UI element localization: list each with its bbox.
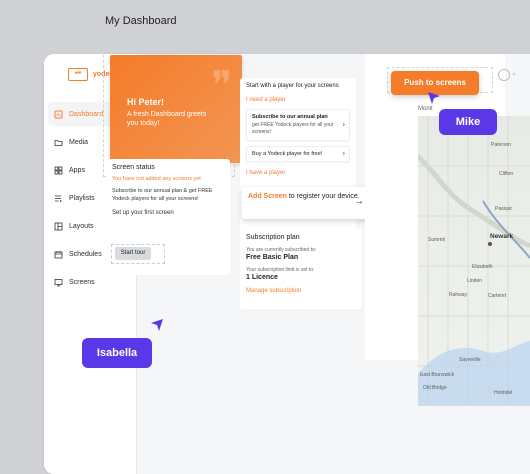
start-tour-button[interactable]: Start tour [115,247,151,260]
map-place-label: Passaic [495,206,513,212]
sidebar-item-label: Screens [69,278,95,286]
map-place-label: Sayreville [459,357,481,363]
add-screen-text: to register your device. [288,193,360,200]
cursor-icon [428,92,440,104]
manage-subscription-link[interactable]: Manage subscription [246,288,356,294]
apps-icon [54,166,63,175]
subscription-title: Subscription plan [246,234,300,241]
add-screen-tooltip[interactable]: Add Screen to register your device. → [242,187,370,219]
map-place-label: Elizabeth [472,264,493,270]
current-plan-label: You are currently subscribed to: [246,247,317,253]
collaborator-badge-mike: Mike [439,109,497,135]
current-plan: Free Basic Plan [246,254,299,261]
map-place-label: Summit [428,237,445,243]
limit-label: Your subscription limit is set to: [246,267,315,273]
map-place-label: East Brunswick [420,372,455,378]
annual-plan-option[interactable]: Subscribe to our annual plan get FREE Yo… [246,109,350,141]
need-player-label: I need a player [246,97,286,103]
page-title: My Dashboard [105,15,177,27]
add-screen-lead: Add Screen [248,193,287,200]
sidebar-item-label: Playlists [69,194,95,202]
screen-status-body: Subscribe to our annual plan & get FREE … [112,188,213,202]
folder-icon [54,138,63,147]
map-view[interactable]: Paterson Clifton Passaic Summit Newark E… [418,116,530,406]
screen-status-card: Screen status You have not added any scr… [106,159,230,275]
layout-icon [54,222,63,231]
map-place-label: Rahway [449,292,468,298]
logo-mark: ❝❞ [68,68,88,81]
setup-label: Set up your first screen [112,210,174,216]
map-label: Monit [418,106,433,112]
option-title: Buy a Yodeck player for free! [252,151,323,157]
cursor-icon [151,319,163,331]
buy-player-option[interactable]: Buy a Yodeck player for free! › [246,146,350,162]
players-title: Start with a player for your screens [246,83,339,89]
arrow-right-icon: → [354,196,364,207]
sidebar-item-label: Schedules [69,250,102,258]
calendar-icon [54,250,63,259]
chevron-down-icon[interactable]: ⌄ [511,69,517,77]
hero-title: Hi Peter! [127,97,165,107]
collaborator-badge-isabella: Isabella [82,338,152,368]
hero-subtitle: A fresh Dashboard greets you today! [127,111,207,127]
subscription-limit: 1 Licence [246,274,278,281]
map-place-label: Old Bridge [423,385,447,391]
map-place-label: Carteret [488,293,507,299]
sidebar-item-label: Dashboard [69,110,104,118]
map-place-label: Paterson [491,142,512,148]
monitor-icon [54,278,63,287]
map-place-label: Newark [490,233,514,240]
dashboard-icon [54,110,63,119]
sidebar-item-label: Media [69,138,89,146]
user-icon[interactable] [498,69,510,81]
screen-status-title: Screen status [112,164,155,171]
chevron-right-icon: › [342,150,345,158]
map-place-label: Clifton [499,171,514,177]
screen-status-warning: You have not added any screens yet [112,176,201,182]
welcome-card: ❞ Hi Peter! A fresh Dashboard greets you… [110,55,242,163]
quote-mark-icon: ❞ [211,65,232,107]
subscription-card: Subscription plan You are currently subs… [240,229,362,309]
have-player-label: I have a player [246,170,286,176]
sidebar-item-label: Apps [69,166,85,174]
chevron-right-icon: › [342,121,345,129]
playlist-icon [54,194,63,203]
sidebar-item-label: Layouts [69,222,94,230]
option-body: get FREE Yodeck players for all your scr… [252,122,334,135]
tour-selection-outline: Start tour [111,244,165,264]
map-place-label: Holmdel [494,390,513,396]
option-title: Subscribe to our annual plan [252,114,328,120]
map-place-label: Linden [467,278,483,284]
